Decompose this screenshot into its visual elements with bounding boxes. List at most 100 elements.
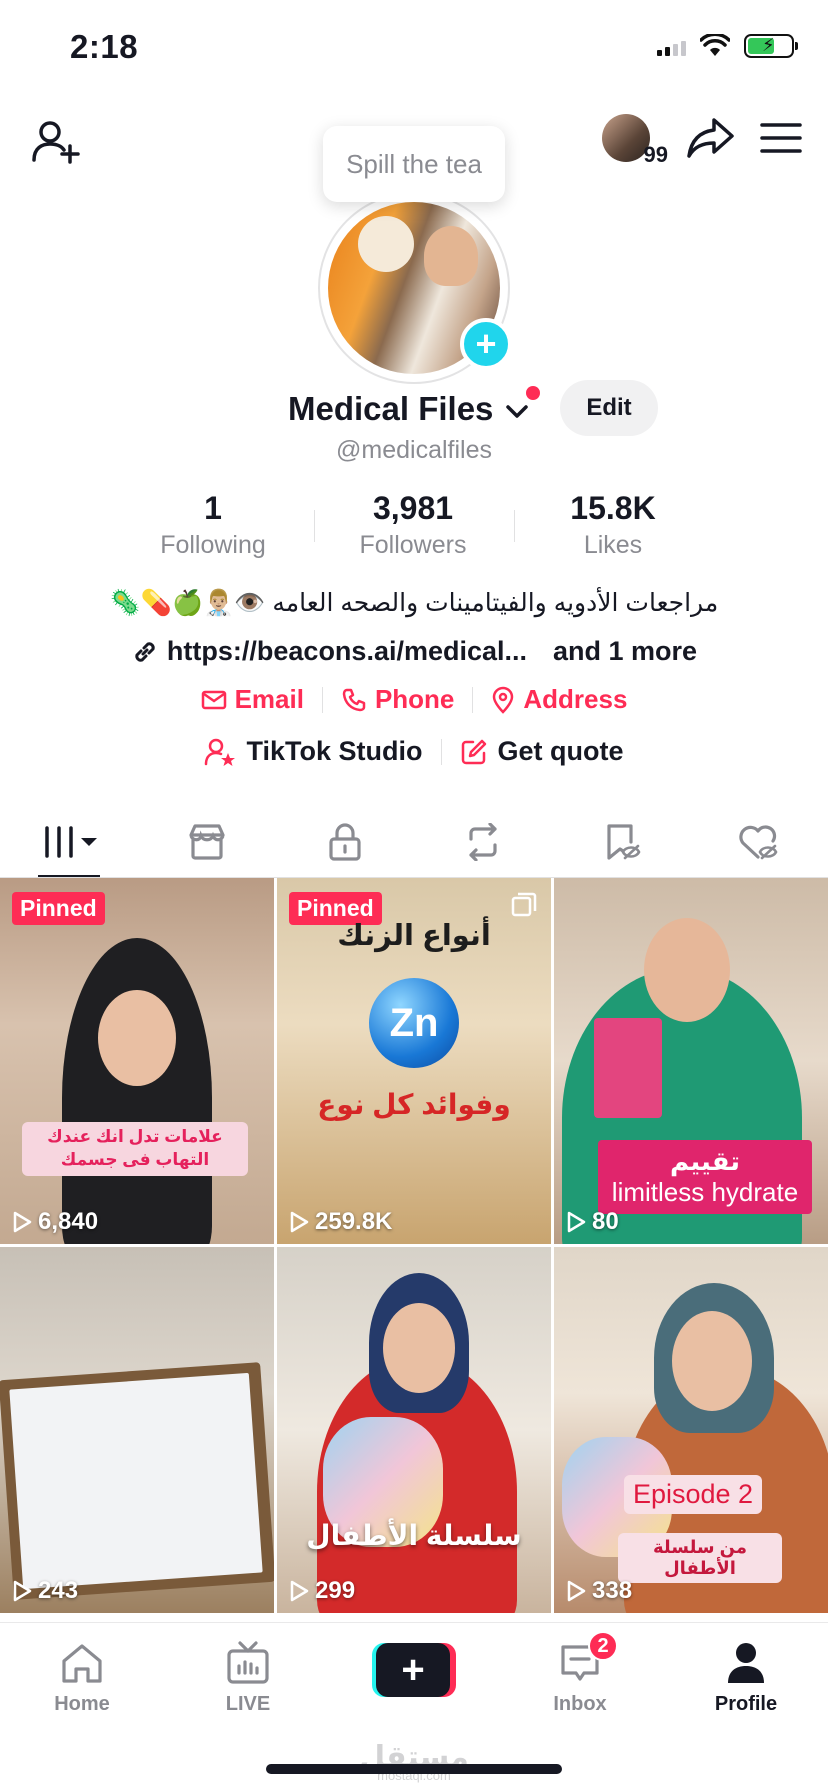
inbox-badge: 2	[588, 1631, 618, 1661]
profile-name: Medical Files	[288, 390, 494, 427]
lock-icon	[329, 823, 361, 861]
top-nav-actions: 99	[602, 114, 802, 167]
phone-button[interactable]: Phone	[323, 684, 472, 715]
video-caption: علامات تدل انك عندك التهاب فى جسمك	[22, 1122, 248, 1176]
address-button[interactable]: Address	[473, 684, 645, 715]
tab-liked[interactable]	[690, 806, 828, 878]
wifi-icon	[700, 34, 730, 56]
profile-stats: 1 Following 3,981 Followers 15.8K Likes	[0, 490, 828, 570]
tab-private[interactable]	[276, 806, 414, 878]
play-icon	[13, 1580, 32, 1602]
stat-label: Likes	[583, 531, 643, 559]
stat-following[interactable]: 1 Following	[113, 490, 313, 560]
stat-value: 1	[204, 490, 222, 526]
creator-star-icon	[205, 738, 236, 766]
home-icon	[62, 1644, 102, 1683]
nav-inbox-label: Inbox	[553, 1693, 607, 1715]
username: @medicalfiles	[336, 436, 492, 464]
video-caption: تقييم limitless hydrate	[598, 1140, 812, 1215]
live-tv-icon	[227, 1641, 269, 1684]
create-button[interactable]: +	[372, 1643, 456, 1697]
tiktok-studio-button[interactable]: TikTok Studio	[186, 736, 440, 767]
pinned-badge: Pinned	[12, 892, 105, 925]
get-quote-label: Get quote	[497, 736, 624, 766]
video-caption-subtitle: limitless hydrate	[611, 1177, 799, 1208]
nav-live-label: LIVE	[225, 1693, 271, 1715]
view-count: 80	[566, 1208, 619, 1236]
nav-profile-label: Profile	[714, 1693, 778, 1715]
tab-videos[interactable]	[0, 806, 138, 878]
video-tile[interactable]: Pinned أنواع الزنك Zn وفوائد كل نوع 259.…	[277, 878, 551, 1244]
bookmark-hidden-icon	[607, 824, 641, 860]
play-icon	[567, 1580, 586, 1602]
link-icon	[135, 641, 155, 662]
view-count-value: 243	[38, 1577, 79, 1604]
profile-views-count: 99	[643, 142, 668, 167]
video-caption: سلسلة الأطفال	[306, 1520, 522, 1551]
view-count: 338	[566, 1577, 632, 1605]
stat-likes[interactable]: 15.8K Likes	[513, 490, 713, 560]
email-icon	[201, 690, 226, 709]
add-story-button[interactable]: +	[460, 318, 512, 370]
cellular-signal-icon	[657, 36, 686, 56]
view-count: 6,840	[12, 1208, 98, 1236]
play-icon	[290, 1211, 309, 1233]
grid-videos-icon	[45, 826, 97, 858]
tab-reposts[interactable]	[414, 806, 552, 878]
add-friend-icon[interactable]	[30, 116, 84, 170]
video-caption-subtitle: من سلسلة الأطفال	[618, 1533, 782, 1583]
address-label: Address	[523, 684, 628, 714]
profile-icon	[728, 1643, 764, 1683]
play-icon	[290, 1580, 309, 1602]
view-count-value: 259.8K	[315, 1208, 393, 1235]
location-pin-icon	[493, 686, 514, 714]
edit-note-icon	[461, 739, 486, 764]
status-icons: ⚡	[657, 34, 798, 58]
tiktok-studio-label: TikTok Studio	[246, 736, 423, 766]
video-caption-title: تقييم	[669, 1146, 741, 1176]
nav-profile[interactable]: Profile	[686, 1639, 806, 1716]
bio-link[interactable]: https://beacons.ai/medical... and 1 more	[0, 636, 828, 667]
profile-bio: مراجعات الأدويه والفيتامينات والصحه العا…	[109, 589, 719, 617]
play-icon	[13, 1211, 32, 1233]
nav-home[interactable]: Home	[22, 1639, 142, 1716]
video-tile[interactable]: سلسلة الأطفال 299	[277, 1247, 551, 1613]
get-quote-button[interactable]: Get quote	[442, 736, 642, 767]
link-url[interactable]: https://beacons.ai/medical...	[167, 636, 527, 667]
nav-live[interactable]: LIVE	[188, 1639, 308, 1716]
stat-followers[interactable]: 3,981 Followers	[313, 490, 513, 560]
video-caption-subtitle: وفوائد كل نوع	[317, 1089, 511, 1120]
video-tile[interactable]: 243	[0, 1247, 274, 1613]
nav-home-label: Home	[54, 1693, 110, 1715]
status-tooltip[interactable]: Spill the tea	[323, 126, 505, 202]
notification-dot	[526, 386, 540, 400]
battery-icon: ⚡	[744, 34, 798, 58]
view-count-value: 299	[315, 1577, 356, 1604]
video-tile[interactable]: Episode 2 من سلسلة الأطفال 338	[554, 1247, 828, 1613]
share-icon[interactable]	[686, 116, 734, 160]
home-indicator	[266, 1764, 562, 1774]
video-tile[interactable]: Pinned علامات تدل انك عندك التهاب فى جسم…	[0, 878, 274, 1244]
nav-inbox[interactable]: 2 Inbox	[520, 1631, 640, 1716]
phone-icon	[342, 688, 366, 711]
zinc-symbol: Zn	[369, 978, 459, 1068]
chevron-down-icon[interactable]	[502, 396, 532, 426]
tab-favorites[interactable]	[552, 806, 690, 878]
video-caption-title: أنواع الزنك	[337, 920, 491, 952]
view-count-value: 338	[592, 1577, 633, 1604]
status-time: 2:18	[70, 28, 139, 65]
status-bar: 2:18 ⚡	[0, 0, 828, 100]
view-count-value: 80	[592, 1208, 619, 1235]
plus-icon: +	[376, 1643, 450, 1697]
tab-shop[interactable]	[138, 806, 276, 878]
stat-value: 3,981	[372, 490, 454, 526]
view-count-value: 6,840	[38, 1208, 99, 1235]
link-more[interactable]: and 1 more	[553, 636, 697, 667]
edit-profile-button[interactable]: Edit	[560, 380, 658, 436]
profile-views-avatar[interactable]: 99	[602, 114, 668, 167]
video-tile[interactable]: تقييم limitless hydrate 80	[554, 878, 828, 1244]
heart-hidden-icon	[739, 825, 778, 860]
menu-icon[interactable]	[760, 120, 802, 156]
email-button[interactable]: Email	[183, 684, 322, 715]
carousel-icon	[511, 892, 537, 917]
